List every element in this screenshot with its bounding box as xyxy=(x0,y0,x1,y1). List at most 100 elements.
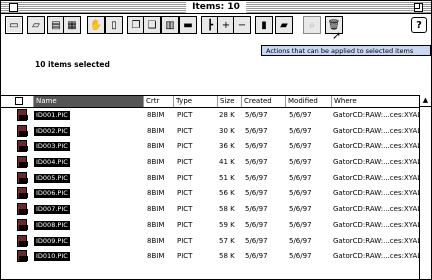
selection-count: 10 items selected xyxy=(35,60,110,69)
cell-type: PICT xyxy=(177,252,193,261)
print-button[interactable]: ▦ xyxy=(63,16,81,34)
pages-button[interactable]: ▥ xyxy=(161,16,179,34)
actions-icon: ▰ xyxy=(280,20,288,31)
cell-type: PICT xyxy=(177,173,193,182)
cell-modified: 5/6/97 xyxy=(289,252,312,261)
cell-type: PICT xyxy=(177,205,193,214)
cell-crtr: 8BIM xyxy=(147,142,165,151)
table-row[interactable]: ID005.PIC 8BIM PICT 51 K 5/6/97 5/6/97 GatorCD… xyxy=(1,170,429,186)
list-button[interactable]: ▬ xyxy=(179,16,197,34)
tag-icon: ▮ xyxy=(261,20,267,31)
cell-type: PICT xyxy=(177,158,193,167)
cell-where: GatorCD:RAW:...ces:XYALH: xyxy=(333,205,429,214)
remove-button[interactable]: − xyxy=(233,16,251,34)
cell-created: 5/6/97 xyxy=(245,111,268,119)
cell-created: 5/6/97 xyxy=(245,205,268,214)
pict-file-icon xyxy=(17,140,30,153)
cell-modified: 5/6/97 xyxy=(289,158,312,167)
cell-crtr: 8BIM xyxy=(147,126,165,135)
folder-button[interactable]: ▱ xyxy=(27,16,45,34)
scroll-up-arrow-icon[interactable]: ▲ xyxy=(420,95,431,107)
cell-size: 59 K xyxy=(219,220,235,229)
cell-crtr: 8BIM xyxy=(147,252,165,261)
table-row[interactable]: ID003.PIC 8BIM PICT 36 K 5/6/97 5/6/97 GatorCD… xyxy=(1,138,429,154)
close-box[interactable] xyxy=(9,3,18,12)
file-name: ID001.PIC xyxy=(34,111,70,120)
tag-button[interactable]: ▮ xyxy=(255,16,273,34)
actions-button[interactable]: ▰ xyxy=(275,16,293,34)
hand-button[interactable]: ✋ xyxy=(87,16,105,34)
pict-file-icon xyxy=(17,218,30,231)
cell-created: 5/6/97 xyxy=(245,173,268,182)
cell-where: GatorCD:RAW:...ces:XYALH: xyxy=(333,173,429,182)
view-icon: ▭ xyxy=(9,20,19,31)
table-row[interactable]: ID002.PIC 8BIM PICT 30 K 5/6/97 5/6/97 GatorCD… xyxy=(1,123,429,139)
file-name: ID004.PIC xyxy=(34,158,70,168)
cell-type: PICT xyxy=(177,236,193,245)
vertical-scrollbar[interactable]: ▲ xyxy=(419,95,431,279)
cell-modified: 5/6/97 xyxy=(289,205,312,214)
pict-file-icon xyxy=(17,124,30,137)
column-crtr[interactable]: Crtr xyxy=(143,96,173,107)
cell-where: GatorCD:RAW:...ces:XYALH: xyxy=(333,220,429,229)
pages-icon: ▥ xyxy=(165,20,175,31)
find-button[interactable]: ⌕ xyxy=(303,16,321,34)
table-row[interactable]: ID010.PIC 8BIM PICT 58 K 5/6/97 5/6/97 GatorCD… xyxy=(1,248,429,264)
cell-crtr: 8BIM xyxy=(147,236,165,245)
cell-created: 5/6/97 xyxy=(245,189,268,198)
cell-where: GatorCD:RAW:...ces:XYALH: xyxy=(333,111,429,119)
help-button[interactable]: ? xyxy=(411,17,427,33)
cell-size: 56 K xyxy=(219,189,235,198)
column-name[interactable]: Name xyxy=(33,96,143,107)
file-button[interactable]: ▯ xyxy=(105,16,123,34)
cell-size: 58 K xyxy=(219,205,235,214)
cell-created: 5/6/97 xyxy=(245,252,268,261)
title-bar[interactable]: Items: 10 xyxy=(1,1,431,14)
column-type[interactable]: Type xyxy=(173,96,217,107)
zoom-box[interactable] xyxy=(414,3,423,12)
cell-created: 5/6/97 xyxy=(245,158,268,167)
document-icon: ▤ xyxy=(51,20,61,31)
table-row[interactable]: ID004.PIC 8BIM PICT 41 K 5/6/97 5/6/97 GatorCD… xyxy=(1,154,429,170)
column-where[interactable]: Where xyxy=(331,96,420,107)
cell-crtr: 8BIM xyxy=(147,205,165,214)
file-name: ID003.PIC xyxy=(34,142,70,152)
cell-where: GatorCD:RAW:...ces:XYALH: xyxy=(333,142,429,151)
toolbar: ? ▭ ▱ ▤ ▦ ✋ ▯ ❐ ❑ ▥ ▬ ┣ + − ▮ ▰ ⌕ 🗑 xyxy=(1,14,431,38)
mouse-cursor-icon: ➚ xyxy=(332,29,342,42)
column-size[interactable]: Size xyxy=(217,96,241,107)
file-name: ID009.PIC xyxy=(34,236,70,246)
cell-size: 36 K xyxy=(219,142,235,151)
cell-created: 5/6/97 xyxy=(245,142,268,151)
cell-type: PICT xyxy=(177,189,193,198)
file-icon: ▯ xyxy=(111,20,117,31)
column-kind-icon[interactable] xyxy=(15,97,23,105)
items-window: Items: 10 ? ▭ ▱ ▤ ▦ ✋ ▯ ❐ ❑ ▥ ▬ ┣ + − ▮ ▰ ⌕ 🗑 Actions th… xyxy=(0,0,432,280)
column-modified[interactable]: Modified xyxy=(285,96,331,107)
table-row[interactable]: ID007.PIC 8BIM PICT 58 K 5/6/97 5/6/97 GatorCD… xyxy=(1,201,429,217)
cell-size: 57 K xyxy=(219,236,235,245)
column-created[interactable]: Created xyxy=(241,96,285,107)
cell-created: 5/6/97 xyxy=(245,126,268,135)
table-row[interactable]: ID008.PIC 8BIM PICT 59 K 5/6/97 5/6/97 GatorCD… xyxy=(1,217,429,233)
pict-file-icon xyxy=(17,250,30,263)
cell-crtr: 8BIM xyxy=(147,189,165,198)
cell-crtr: 8BIM xyxy=(147,158,165,167)
file-name: ID008.PIC xyxy=(34,220,70,230)
cell-modified: 5/6/97 xyxy=(289,236,312,245)
cell-modified: 5/6/97 xyxy=(289,220,312,229)
cell-created: 5/6/97 xyxy=(245,220,268,229)
view-button[interactable]: ▭ xyxy=(5,16,23,34)
table-row[interactable]: ID009.PIC 8BIM PICT 57 K 5/6/97 5/6/97 GatorCD… xyxy=(1,233,429,249)
table-row[interactable]: ID001.PIC 8BIM PICT 28 K 5/6/97 5/6/97 GatorCD… xyxy=(1,107,429,123)
copy-icon: ❐ xyxy=(131,20,141,31)
cell-where: GatorCD:RAW:...ces:XYALH: xyxy=(333,158,429,167)
file-list: ID001.PIC 8BIM PICT 28 K 5/6/97 5/6/97 GatorCD… xyxy=(1,107,429,264)
duplicate-button[interactable]: ❑ xyxy=(143,16,161,34)
window-title: Items: 10 xyxy=(186,1,246,13)
cell-modified: 5/6/97 xyxy=(289,189,312,198)
cell-type: PICT xyxy=(177,126,193,135)
cell-crtr: 8BIM xyxy=(147,111,165,119)
cell-created: 5/6/97 xyxy=(245,236,268,245)
table-row[interactable]: ID006.PIC 8BIM PICT 56 K 5/6/97 5/6/97 GatorCD… xyxy=(1,185,429,201)
